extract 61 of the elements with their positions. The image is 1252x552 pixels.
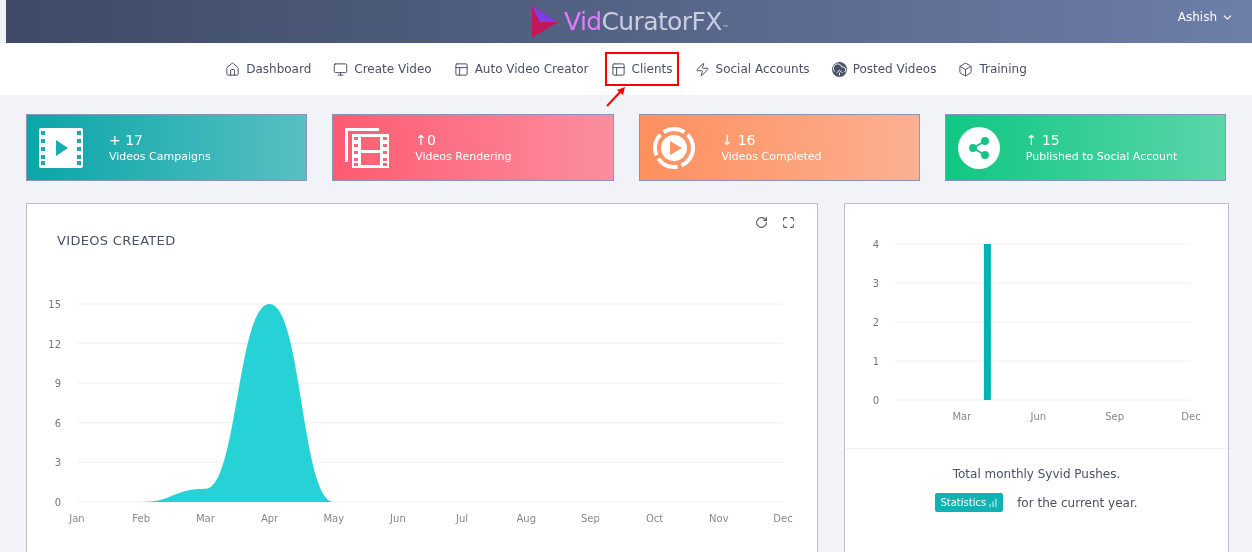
nav-link[interactable]: Posted Videos [825,52,943,86]
x-tick-label: Jul [456,513,469,524]
nav-link[interactable]: Social Accounts [688,52,816,86]
x-tick-label: Mar [195,513,215,524]
x-tick-label: Nov [709,513,729,524]
home-icon [225,61,241,77]
cloud-upload-icon [831,61,847,77]
y-tick-label: 0 [54,497,61,508]
y-tick-label: 6 [54,417,61,429]
y-tick-label: 1 [872,356,879,367]
x-tick-label: Feb [132,513,151,524]
y-tick-label: 0 [872,395,879,406]
stat-label: Published to Social Account [1025,151,1178,162]
cube-icon [958,61,974,77]
layout-icon [453,61,469,77]
nav-link[interactable]: Training [952,52,1033,86]
refresh-icon[interactable] [755,216,768,229]
x-tick-label: Dec [773,513,793,524]
y-tick-label: 3 [872,278,879,289]
annotation-arrow [604,86,627,108]
x-tick-label: May [323,513,345,524]
logo-icon [530,5,560,38]
x-tick-label: Mar [952,411,972,422]
y-tick-label: 2 [872,317,879,328]
x-tick-label: Dec [1181,411,1201,422]
nav-link[interactable]: Create Video [327,52,438,86]
monitor-icon [333,61,349,77]
chart-title: VIDEOS CREATED [57,232,176,250]
x-tick-label: Jan [69,513,85,524]
y-tick-label: 9 [54,378,61,390]
chart-caption: Total monthly Syvid Pushes. [952,466,1121,483]
x-tick-label: Jun [390,513,406,524]
film-frames-icon [345,127,390,168]
y-tick-label: 12 [48,338,61,350]
stat-value: ↑ 15 [1025,133,1061,147]
user-menu[interactable]: Ashish [1177,8,1234,26]
stat-label: Videos Rendering [415,151,512,162]
play-circle-icon [651,125,696,170]
share-icon [957,126,1000,169]
nav-link[interactable]: Dashboard [219,52,318,86]
x-tick-label: Oct [646,513,664,524]
stat-label: Videos Completed [721,151,822,162]
film-play-icon [39,127,83,168]
fullscreen-icon[interactable] [782,216,795,229]
caption-suffix: for the current year. [1017,494,1138,512]
layout-icon [610,61,626,77]
x-tick-label: Jun [1030,411,1047,422]
x-tick-label: Apr [260,513,279,524]
stat-value: + 17 [109,133,144,147]
y-tick-label: 4 [872,239,879,250]
x-tick-label: Sep [581,513,600,524]
statistics-badge: Statistics [935,493,1004,512]
x-tick-label: Sep [1105,411,1125,422]
y-tick-label: 15 [48,299,61,310]
y-tick-label: 3 [54,457,61,469]
stat-value: ↓ 16 [721,133,757,147]
x-tick-label: Aug [516,513,537,524]
lightning-icon [694,61,710,77]
stat-label: Videos Campaigns [109,151,211,162]
nav-link[interactable]: Auto Video Creator [447,52,595,86]
stat-value: ↑0 [415,133,437,147]
